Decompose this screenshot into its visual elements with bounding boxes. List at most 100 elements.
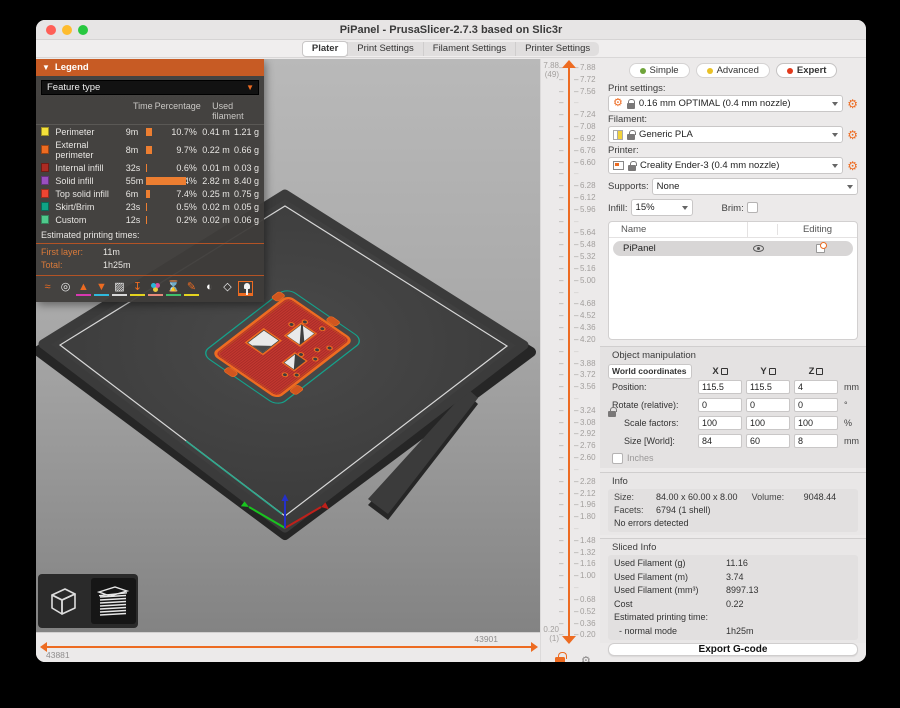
printer-label: Printer: [608, 145, 858, 156]
tab-print-settings[interactable]: Print Settings [347, 42, 423, 56]
supports-select[interactable]: None [652, 178, 858, 195]
pause-prints-icon[interactable]: ⌛ [166, 281, 181, 296]
eye-icon[interactable] [753, 245, 764, 252]
layer-tick: ––3.08 [541, 418, 601, 428]
layer-tick: ––6.60 [541, 158, 601, 168]
retractions-icon[interactable]: ▲ [76, 281, 91, 296]
manipulation-field[interactable] [794, 380, 838, 394]
layer-tick: –– [541, 217, 601, 227]
view-type-select[interactable]: Feature type ▼ [41, 80, 259, 95]
axis-y-header: Y [744, 366, 792, 377]
view-type-value: Feature type [42, 82, 246, 93]
layer-slider-bottom-thumb[interactable] [562, 636, 576, 644]
feature-color-swatch [41, 189, 49, 198]
layer-tick: ––6.28 [541, 181, 601, 191]
first-layer-time: First layer:11m [36, 244, 264, 257]
layer-tick: ––2.60 [541, 453, 601, 463]
manipulation-field[interactable] [698, 398, 742, 412]
legend-row: Internal infill32s0.6%0.01 m0.03 g [36, 161, 264, 174]
mode-simple-button[interactable]: Simple [629, 63, 690, 78]
manipulation-field[interactable] [794, 434, 838, 448]
zoom-window-button[interactable] [78, 25, 88, 35]
export-gcode-button[interactable]: Export G-code [608, 643, 858, 656]
filament-gear-button[interactable]: ⚙ [847, 129, 858, 141]
layer-tick: ––1.32 [541, 548, 601, 558]
legend-panel: ▼Legend Feature type ▼ Time Percentage U… [36, 59, 264, 302]
layer-tick: ––1.48 [541, 536, 601, 546]
mode-advanced-button[interactable]: Advanced [696, 63, 770, 78]
layer-tick: ––4.36 [541, 323, 601, 333]
preview-view-button[interactable] [91, 578, 136, 624]
deretractions-icon[interactable]: ▼ [94, 281, 109, 296]
percentage-bar [146, 146, 170, 154]
horizontal-move-slider[interactable]: 43901 43881 [36, 632, 540, 662]
coordinates-select[interactable]: World coordinates [608, 364, 692, 379]
manipulation-field[interactable] [698, 434, 742, 448]
color-changes-icon[interactable] [148, 281, 163, 296]
feature-color-swatch [41, 176, 49, 185]
edit-object-icon[interactable] [816, 244, 825, 253]
layer-tick: ––6.92 [541, 134, 601, 144]
right-sidebar: SimpleAdvancedExpert Print settings: ⚙ 0… [600, 59, 866, 662]
print-settings-gear-button[interactable]: ⚙ [847, 98, 858, 110]
travels-icon[interactable]: ≈ [40, 281, 55, 296]
printer-gear-button[interactable]: ⚙ [847, 160, 858, 172]
layer-slider[interactable]: ––7.88––7.72––7.56––––7.24––7.08––6.92––… [540, 59, 600, 662]
object-size-value: 84.00 x 60.00 x 8.00 [656, 492, 738, 502]
printer-select[interactable]: Creality Ender-3 (0.4 mm nozzle) [608, 157, 843, 174]
sliced-info-row: Cost0.22 [614, 597, 852, 611]
unit-label: % [840, 418, 858, 428]
normal-mode-time: 1h25m [726, 626, 754, 636]
manipulation-field[interactable] [746, 380, 790, 394]
tool-changes-icon[interactable]: ↧ [130, 281, 145, 296]
manipulation-field[interactable] [698, 380, 742, 394]
layer-tick: –– [541, 465, 601, 475]
slider-lock-icon[interactable] [555, 657, 565, 662]
object-list-row[interactable]: PiPanel [613, 241, 853, 256]
print-settings-select[interactable]: ⚙ 0.16 mm OPTIMAL (0.4 mm nozzle) [608, 95, 843, 112]
custom-gcode-icon[interactable]: ✎ [184, 281, 199, 296]
slider-right-thumb-icon[interactable] [531, 642, 538, 652]
center-of-gravity-icon[interactable]: ◐ [202, 281, 217, 296]
tab-filament-settings[interactable]: Filament Settings [423, 42, 515, 56]
filament-select[interactable]: Generic PLA [608, 126, 843, 143]
feature-color-swatch [41, 215, 49, 224]
3d-viewport[interactable]: ▼Legend Feature type ▼ Time Percentage U… [36, 59, 540, 632]
manipulation-field[interactable] [698, 416, 742, 430]
object-facets-value: 6794 (1 shell) [656, 505, 711, 515]
chevron-down-icon [682, 206, 688, 210]
manipulation-field[interactable] [746, 416, 790, 430]
slider-gear-icon[interactable]: ⚙ [581, 654, 591, 662]
tab-printer-settings[interactable]: Printer Settings [515, 42, 599, 56]
manipulation-field[interactable] [794, 416, 838, 430]
minimize-window-button[interactable] [62, 25, 72, 35]
legend-header[interactable]: ▼Legend [36, 59, 264, 76]
layer-tick: –– [541, 169, 601, 179]
inches-checkbox[interactable] [612, 453, 623, 464]
tab-bar: PlaterPrint SettingsFilament SettingsPri… [36, 40, 866, 58]
infill-select[interactable]: 15% [631, 199, 693, 216]
layer-slider-top-thumb[interactable] [562, 60, 576, 68]
manipulation-field[interactable] [746, 434, 790, 448]
sliced-info-panel: Sliced Info Used Filament (g)11.16Used F… [600, 538, 866, 643]
uniform-scale-lock-icon[interactable] [608, 411, 616, 417]
tab-plater[interactable]: Plater [302, 41, 348, 57]
filament-color-swatch [613, 130, 623, 140]
close-window-button[interactable] [46, 25, 56, 35]
legend-row: Solid infill55m64.4%2.82 m8.40 g [36, 174, 264, 187]
layer-tick: –– [541, 288, 601, 298]
layer-tick: ––5.16 [541, 264, 601, 274]
box-wireframe-icon[interactable]: ◇ [220, 281, 235, 296]
layer-tick: ––5.48 [541, 240, 601, 250]
cube-icon [45, 583, 81, 619]
seams-icon[interactable]: ▨ [112, 281, 127, 296]
shells-icon[interactable]: ◎ [58, 281, 73, 296]
brim-checkbox[interactable] [747, 202, 758, 213]
manipulation-field[interactable] [794, 398, 838, 412]
legend-row: External perimeter8m9.7%0.22 m0.66 g [36, 138, 264, 161]
3d-editor-view-button[interactable] [41, 578, 86, 624]
mode-expert-button[interactable]: Expert [776, 63, 838, 78]
pin-icon[interactable] [238, 281, 253, 296]
manipulation-field[interactable] [746, 398, 790, 412]
layer-tick: –– [541, 347, 601, 357]
